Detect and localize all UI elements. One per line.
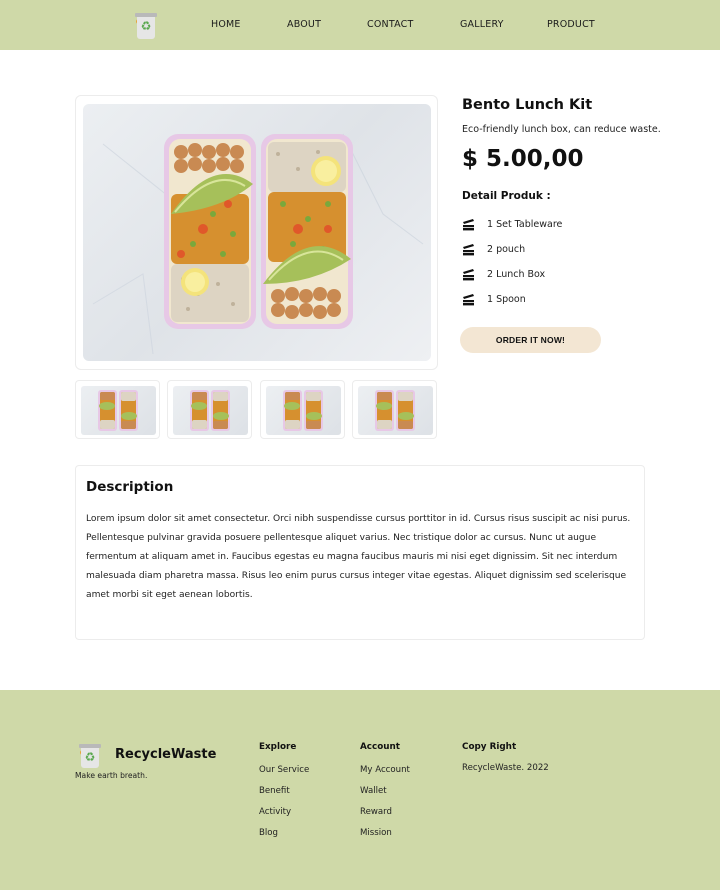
thumbnail-image (358, 386, 433, 435)
thumbnail-2[interactable] (167, 380, 252, 439)
footer: ♻ RecycleWaste Make earth breath. Explor… (0, 690, 720, 890)
nav-link-product[interactable]: PRODUCT (547, 19, 595, 30)
description-body: Lorem ipsum dolor sit amet consectetur. … (86, 514, 631, 600)
thumbnail-image (266, 386, 341, 435)
footer-explore-heading: Explore (259, 742, 297, 752)
footer-copyright-text: RecycleWaste. 2022 (462, 763, 549, 773)
product-subtitle: Eco-friendly lunch box, can reduce waste… (462, 124, 661, 135)
tableware-icon (463, 219, 474, 231)
thumbnail-4[interactable] (352, 380, 437, 439)
footer-link-mission[interactable]: Mission (360, 828, 392, 838)
footer-brand: RecycleWaste (115, 747, 217, 762)
tableware-icon (463, 244, 474, 256)
footer-link-blog[interactable]: Blog (259, 828, 278, 838)
footer-link-wallet[interactable]: Wallet (360, 786, 387, 796)
top-navigation: ♻ HOME ABOUT CONTACT GALLERY PRODUCT (0, 0, 720, 50)
nav-link-about[interactable]: ABOUT (287, 19, 321, 30)
nav-link-gallery[interactable]: GALLERY (460, 19, 504, 30)
thumbnail-3[interactable] (260, 380, 345, 439)
product-main-image (83, 104, 431, 361)
description-card: Description Lorem ipsum dolor sit amet c… (75, 465, 645, 640)
lunch-box-photo (92, 133, 424, 355)
nav-link-contact[interactable]: CONTACT (367, 19, 413, 30)
footer-link-reward[interactable]: Reward (360, 807, 392, 817)
tableware-icon (463, 294, 474, 306)
thumbnail-1[interactable] (75, 380, 160, 439)
footer-link-our-service[interactable]: Our Service (259, 765, 309, 775)
tableware-icon (463, 269, 474, 281)
detail-heading: Detail Produk : (462, 190, 551, 202)
product-title: Bento Lunch Kit (462, 97, 593, 113)
detail-item-label: 1 Set Tableware (487, 219, 563, 230)
recycle-bin-icon[interactable]: ♻ (133, 9, 159, 39)
nav-link-home[interactable]: HOME (211, 19, 241, 30)
product-price: $ 5.00,00 (462, 146, 584, 172)
detail-item-label: 2 Lunch Box (487, 269, 546, 280)
footer-tagline: Make earth breath. (75, 771, 148, 780)
order-now-button[interactable]: ORDER IT NOW! (460, 327, 601, 353)
detail-item-label: 2 pouch (487, 244, 526, 255)
detail-item-label: 1 Spoon (487, 294, 526, 305)
thumbnail-image (173, 386, 248, 435)
footer-link-my-account[interactable]: My Account (360, 765, 410, 775)
recycle-bin-icon: ♻ (77, 740, 103, 768)
thumbnail-image (81, 386, 156, 435)
footer-account-heading: Account (360, 742, 401, 752)
footer-link-benefit[interactable]: Benefit (259, 786, 290, 796)
footer-copyright-heading: Copy Right (462, 742, 517, 752)
description-title: Description (86, 479, 174, 495)
main-image-card (75, 95, 438, 370)
footer-link-activity[interactable]: Activity (259, 807, 291, 817)
